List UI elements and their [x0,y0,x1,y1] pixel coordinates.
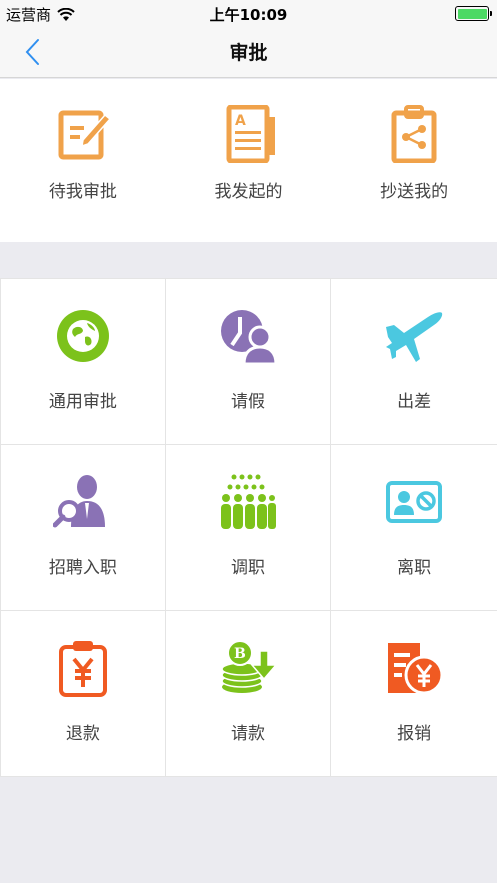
edit-document-icon [58,110,111,160]
reimbursement-label: 报销 [397,724,432,744]
page-title: 审批 [229,42,268,64]
person-search-icon [52,475,105,528]
document-icon: A [226,105,275,163]
business-trip-button[interactable]: 出差 [331,279,497,445]
battery-icon [455,6,492,21]
initiated-by-me-label: 我发起的 [214,182,283,202]
refund-button[interactable]: 退款 [0,611,166,777]
cc-to-me-label: 抄送我的 [380,182,449,202]
coins-download-icon: B [221,640,278,693]
clock-person-icon [220,310,278,365]
payment-request-button[interactable]: B 请款 [165,611,332,777]
leave-request-label: 请假 [230,392,265,412]
initiated-by-me-button[interactable]: A 我发起的 [166,79,332,242]
recruitment-onboarding-label: 招聘入职 [48,558,117,578]
approval-type-grid: 通用审批 请假 出差 招聘入职 调职 离职 退款 B 请款 报销 [0,278,497,777]
recruitment-onboarding-button[interactable]: 招聘入职 [0,445,166,611]
reimbursement-button[interactable]: 报销 [331,611,497,777]
id-card-cancel-icon [386,481,443,523]
transfer-label: 调职 [230,558,265,578]
yen-clipboard-icon [58,641,107,697]
clipboard-share-icon [391,105,437,163]
business-trip-label: 出差 [397,392,432,412]
transfer-button[interactable]: 调职 [165,445,332,611]
cc-to-me-button[interactable]: 抄送我的 [331,79,497,242]
leave-request-button[interactable]: 请假 [165,279,332,445]
refund-label: 退款 [65,724,100,744]
payment-request-label: 请款 [230,724,265,744]
svg-text:A: A [235,113,246,129]
svg-text:B: B [234,646,246,662]
people-group-icon [220,474,276,529]
airplane-icon [386,312,443,362]
status-time: 上午10:09 [209,6,288,24]
status-bar: 运营商 上午10:09 [0,0,497,26]
pending-approval-button[interactable]: 待我审批 [0,79,166,242]
general-approval-button[interactable]: 通用审批 [0,279,166,445]
globe-icon [56,310,109,362]
navigation-bar: 审批 [0,26,497,78]
my-approvals-section: 待我审批 A 我发起的 抄送我的 [0,79,497,242]
resignation-label: 离职 [397,558,432,578]
general-approval-label: 通用审批 [48,392,117,412]
pending-approval-label: 待我审批 [48,182,117,202]
receipt-yen-icon [388,643,444,695]
resignation-button[interactable]: 离职 [331,445,497,611]
